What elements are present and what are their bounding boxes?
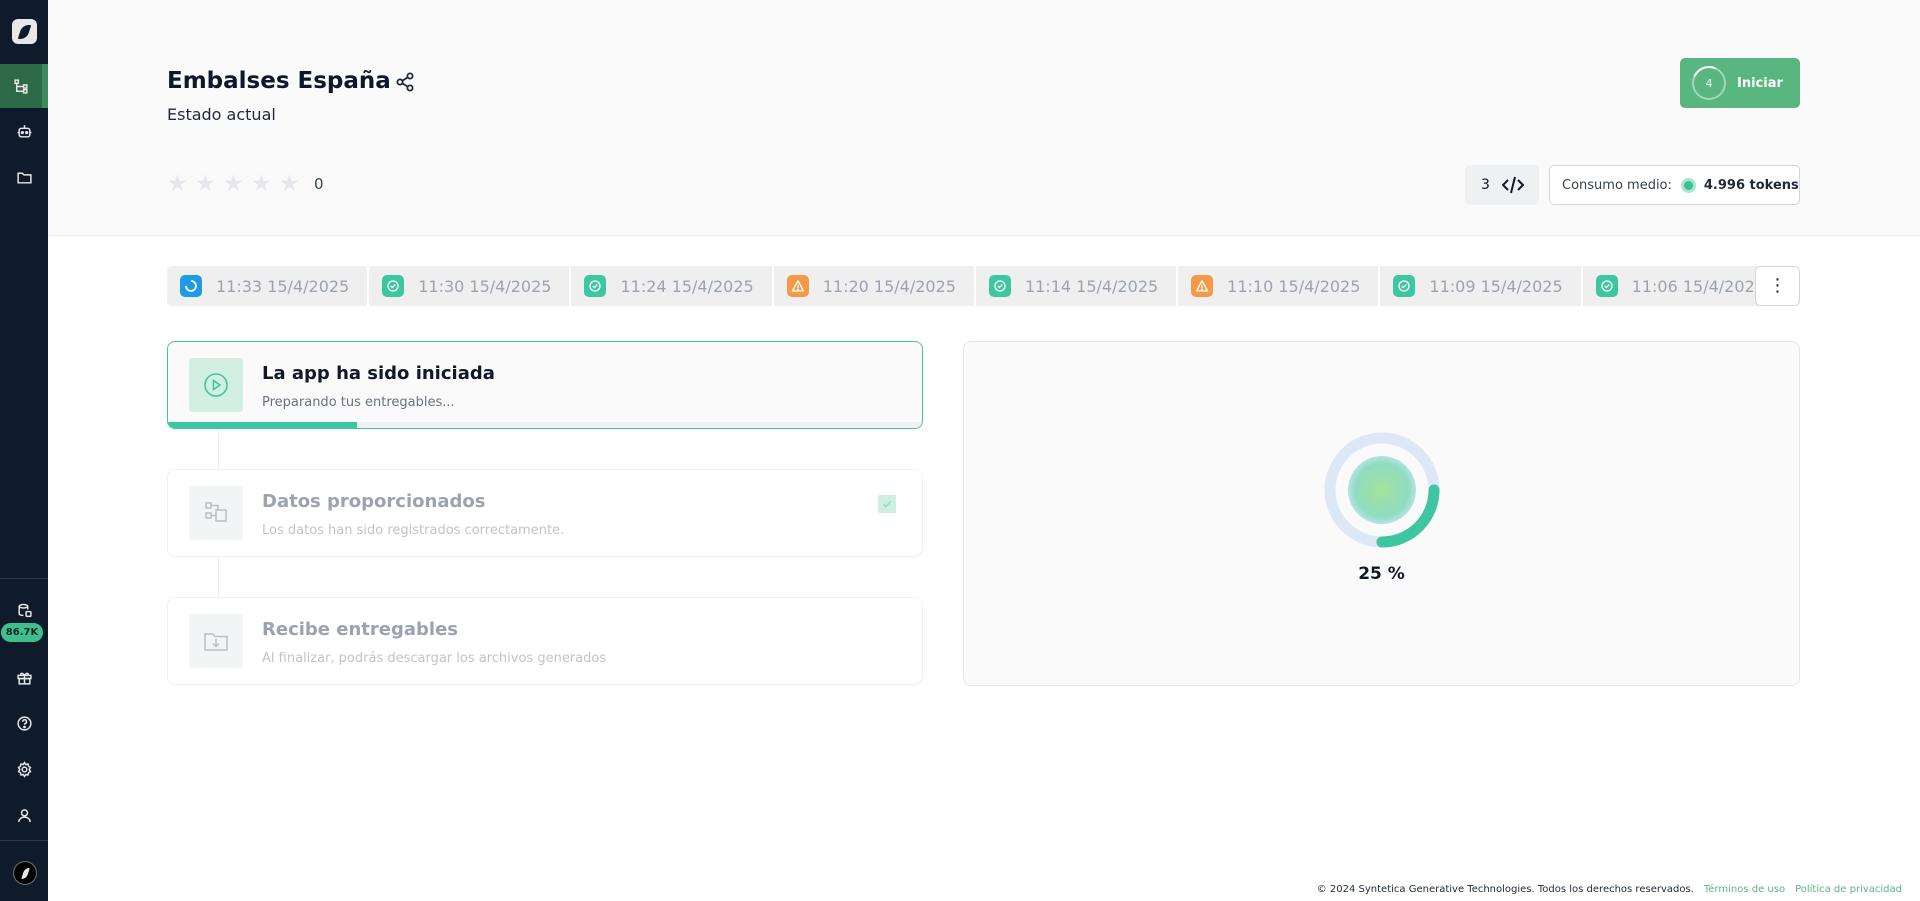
run-label: 11:10 15/4/2025 <box>1227 276 1361 296</box>
run-tab[interactable]: 11:20 15/4/2025 <box>773 266 974 306</box>
step-deliverables: Recibe entregables Al finalizar, podrás … <box>167 597 923 685</box>
robot-icon <box>17 124 31 138</box>
page-subtitle: Estado actual <box>167 105 276 124</box>
star-icon[interactable]: ★ <box>223 173 246 196</box>
step-progress-bar <box>168 422 922 428</box>
data-icon <box>189 486 243 540</box>
check-icon <box>878 495 896 513</box>
warning-icon <box>1191 275 1214 297</box>
play-icon <box>189 358 243 412</box>
gift-icon <box>16 672 32 685</box>
run-tab[interactable]: 11:14 15/4/2025 <box>975 266 1177 306</box>
run-label: 11:14 15/4/2025 <box>1024 276 1159 296</box>
user-icon <box>17 808 31 822</box>
code-count: 3 <box>1481 177 1490 193</box>
run-tab[interactable]: 11:30 15/4/2025 <box>369 266 570 306</box>
success-icon <box>382 275 405 297</box>
step-title: Datos proporcionados <box>262 491 486 512</box>
footer: © 2024 Syntetica Generative Technologies… <box>1317 884 1902 895</box>
star-icon[interactable]: ★ <box>251 173 274 196</box>
consumption-label: Consumo medio: <box>1562 177 1672 193</box>
sidebar-item-agents[interactable] <box>0 109 48 153</box>
copyright: © 2024 Syntetica Generative Technologies… <box>1316 884 1694 895</box>
sidebar-item-files[interactable] <box>0 155 48 199</box>
start-label: Iniciar <box>1737 75 1783 91</box>
run-history: 11:33 15/4/2025 11:30 15/4/2025 11:24 15… <box>167 266 1783 306</box>
star-icon[interactable]: ★ <box>279 173 302 196</box>
sidebar: 86.7K <box>0 0 48 901</box>
step-title: La app ha sido iniciada <box>262 363 495 384</box>
run-tab[interactable]: 11:24 15/4/2025 <box>571 266 772 306</box>
flow-icon <box>13 78 28 94</box>
share-button[interactable] <box>394 71 416 93</box>
run-counter: 4 <box>1692 66 1726 100</box>
step-started: La app ha sido iniciada Preparando tus e… <box>167 341 923 429</box>
download-folder-icon <box>189 614 243 668</box>
token-icon <box>1680 177 1696 193</box>
run-label: 11:20 15/4/2025 <box>822 276 956 296</box>
token-consumption: Consumo medio: 4.996 tokens <box>1549 165 1800 205</box>
folder-icon <box>16 172 32 184</box>
step-title: Recibe entregables <box>262 619 458 640</box>
run-tab[interactable]: 11:09 15/4/2025 <box>1380 266 1581 306</box>
run-tab[interactable]: 11:06 15/4/2025 <box>1582 266 1783 306</box>
step-data-provided: Datos proporcionados Los datos han sido … <box>167 469 923 557</box>
run-label: 11:06 15/4/2025 <box>1631 276 1765 296</box>
warning-icon <box>786 275 809 297</box>
sidebar-item-profile[interactable] <box>0 793 48 837</box>
terms-link[interactable]: Términos de uso <box>1704 884 1785 895</box>
rating-stars[interactable]: ★ ★ ★ ★ ★ <box>167 173 302 196</box>
progress-glow <box>1348 456 1416 524</box>
step-description: Los datos han sido registrados correctam… <box>262 523 565 538</box>
credits-badge: 86.7K <box>1 623 43 642</box>
progress-percent: 25 % <box>1358 564 1405 584</box>
run-label: 11:24 15/4/2025 <box>620 276 754 296</box>
start-button[interactable]: 4 Iniciar <box>1680 58 1800 108</box>
sidebar-item-gifts[interactable] <box>0 655 48 699</box>
code-button[interactable]: 3 <box>1465 165 1539 205</box>
app-logo[interactable] <box>12 19 37 44</box>
step-description: Preparando tus entregables... <box>262 395 455 410</box>
share-icon <box>396 72 414 92</box>
more-options-button[interactable]: ⋮ <box>1755 266 1800 306</box>
star-icon[interactable]: ★ <box>195 173 218 196</box>
run-tab[interactable]: 11:33 15/4/2025 <box>167 266 368 306</box>
run-tab[interactable]: 11:10 15/4/2025 <box>1178 266 1379 306</box>
loading-icon <box>180 275 202 297</box>
run-label: 11:33 15/4/2025 <box>216 276 350 296</box>
star-icon[interactable]: ★ <box>167 173 190 196</box>
success-icon <box>584 275 607 297</box>
settings-icon <box>17 760 31 778</box>
brand-logo[interactable] <box>13 861 37 885</box>
code-icon <box>1501 176 1524 194</box>
run-label: 11:30 15/4/2025 <box>418 276 552 296</box>
kebab-icon: ⋮ <box>1768 275 1787 296</box>
sidebar-item-settings[interactable] <box>0 747 48 791</box>
step-description: Al finalizar, podrás descargar los archi… <box>262 651 607 666</box>
success-icon <box>988 275 1011 297</box>
help-icon <box>16 715 32 731</box>
privacy-link[interactable]: Política de privacidad <box>1795 884 1902 895</box>
database-icon <box>17 603 32 617</box>
page-title: Embalses España <box>167 68 391 94</box>
success-icon <box>1393 275 1416 297</box>
success-icon <box>1595 275 1618 297</box>
progress-panel: 25 % <box>963 341 1800 686</box>
sidebar-item-flows[interactable] <box>0 64 48 108</box>
sidebar-item-help[interactable] <box>0 701 48 745</box>
run-label: 11:09 15/4/2025 <box>1429 276 1563 296</box>
rating-count: 0 <box>314 175 324 193</box>
consumption-value: 4.996 tokens <box>1703 177 1799 193</box>
